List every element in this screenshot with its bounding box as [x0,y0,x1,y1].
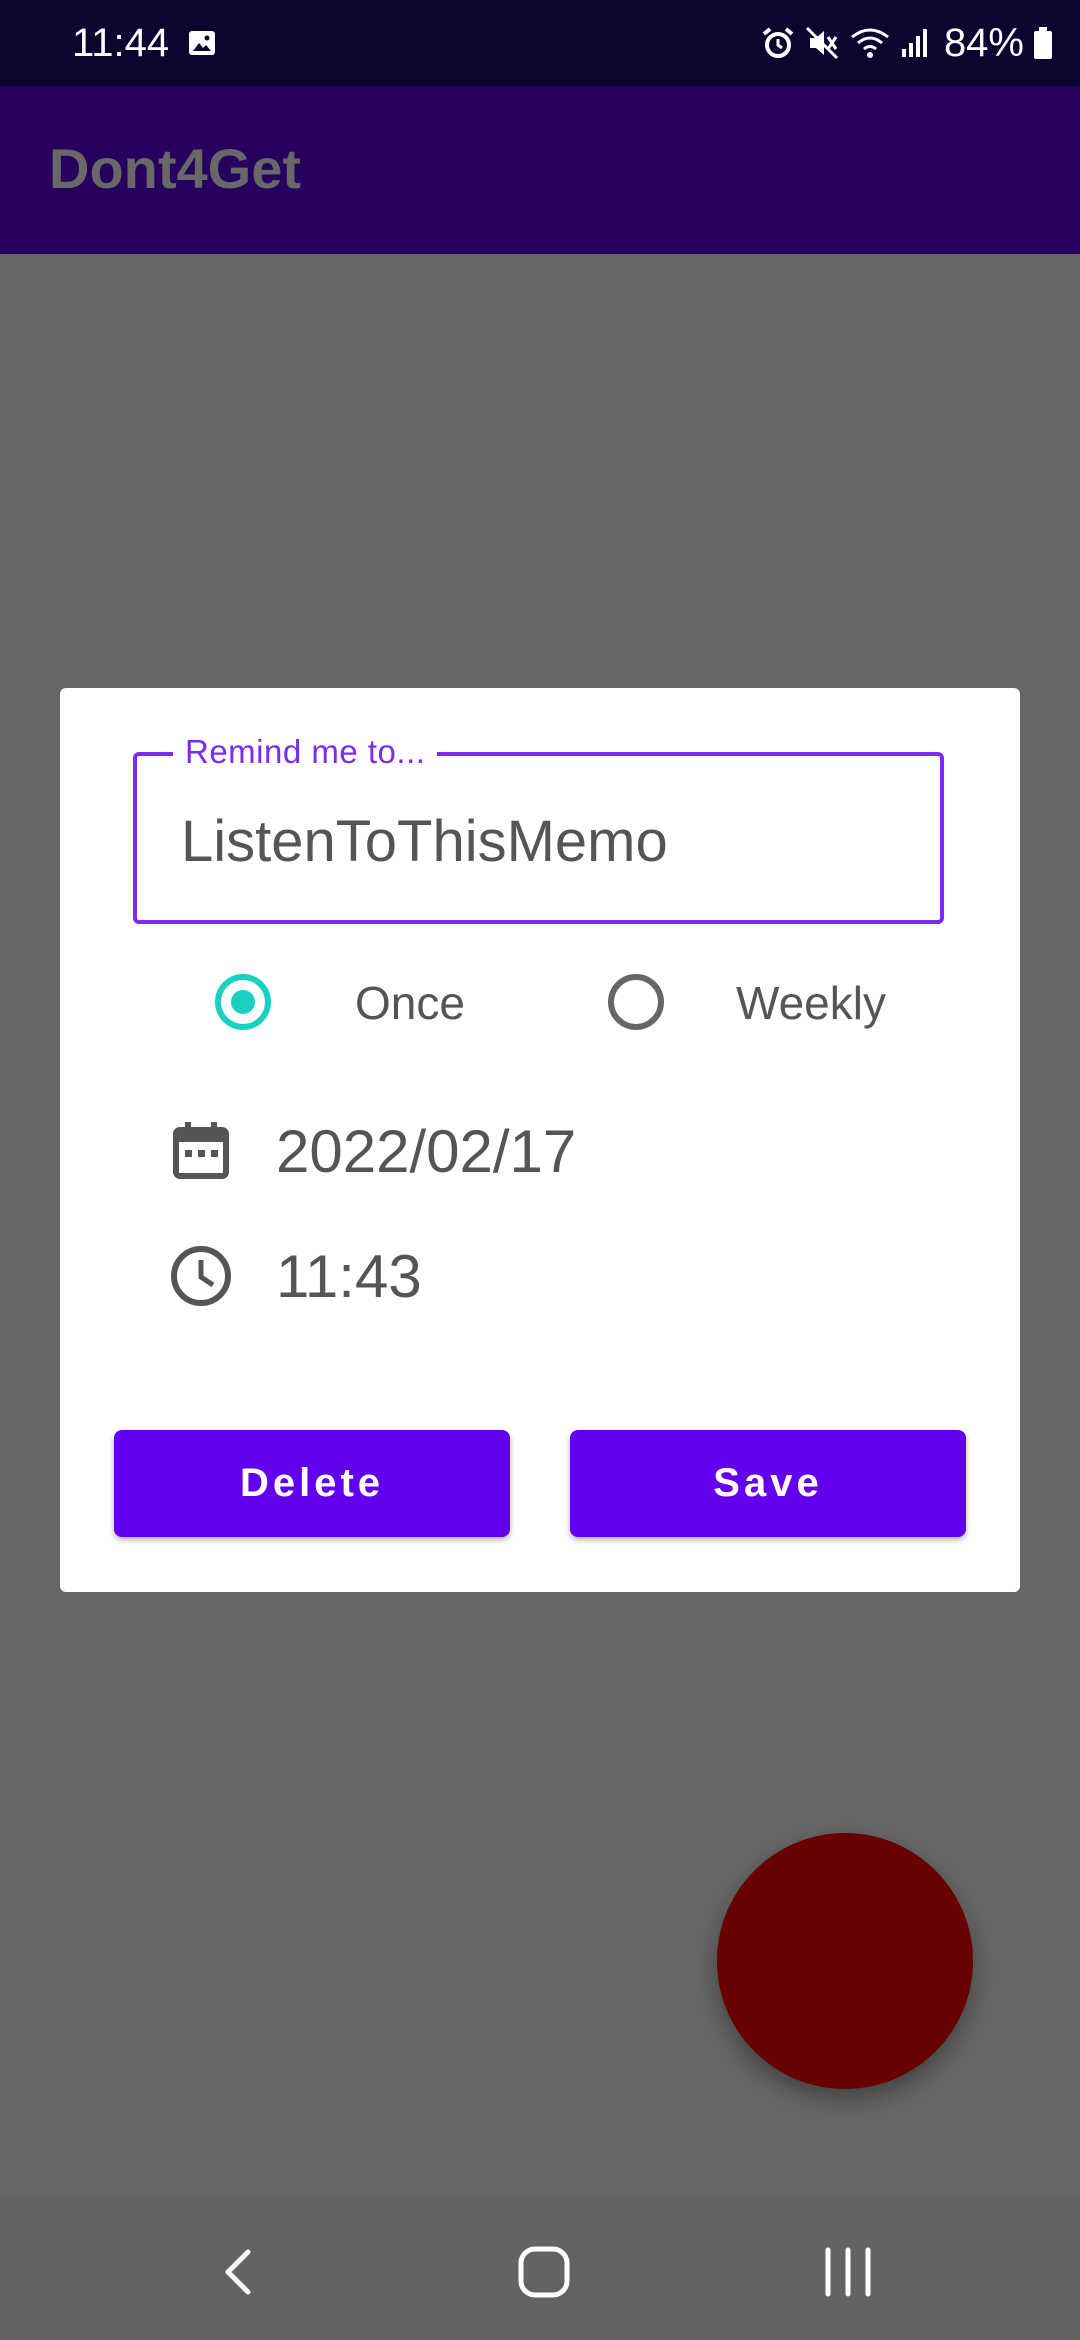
mute-icon [805,26,838,60]
status-bar: 11:44 84% [0,0,1080,86]
alarm-icon [762,27,794,58]
radio-once-label[interactable]: Once [355,975,465,1031]
radio-selected-dot [231,990,255,1014]
home-icon[interactable] [504,2232,584,2312]
gallery-icon [189,31,215,55]
clock-icon[interactable] [168,1243,234,1309]
screen: 11:44 84% Dont4Get Remind me to... Liste… [0,0,1080,2340]
wifi-icon [851,28,889,58]
app-title: Dont4Get [49,137,301,200]
status-time: 11:44 [72,21,170,65]
delete-button[interactable]: Delete [114,1430,510,1537]
radio-once[interactable] [215,974,271,1030]
save-button[interactable]: Save [570,1430,966,1537]
radio-weekly-label[interactable]: Weekly [736,975,886,1031]
radio-weekly[interactable] [608,974,664,1030]
status-icons: 84% [760,18,1054,68]
battery-icon [1034,27,1052,59]
recents-icon[interactable] [808,2232,888,2312]
back-icon[interactable] [200,2232,280,2312]
reminder-input[interactable] [181,806,901,876]
record-fab[interactable] [717,1833,973,2089]
app-bar: Dont4Get [0,86,1080,254]
date-value[interactable]: 2022/02/17 [276,1117,576,1187]
calendar-icon[interactable] [168,1118,234,1184]
battery-percent: 84% [943,21,1024,65]
signal-icon [901,29,927,57]
nav-bar [0,2196,1080,2340]
reminder-dialog: Remind me to... Once Weekly 2022/02/17 1… [60,688,1020,1592]
reminder-text-field[interactable]: Remind me to... [133,730,944,924]
time-value[interactable]: 11:43 [276,1242,422,1312]
field-label: Remind me to... [173,730,438,774]
